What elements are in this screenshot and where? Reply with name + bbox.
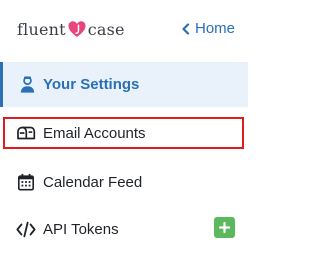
settings-sidebar: fluent case Home Your Settings Email Acc… [0,0,248,258]
heart-icon [67,19,87,39]
fluentcase-logo[interactable]: fluent case [17,17,125,41]
plus-icon [219,222,230,233]
nav-item-your-settings[interactable]: Your Settings [0,62,248,107]
nav-item-label: Your Settings [43,76,140,93]
nav-item-email-accounts[interactable]: Email Accounts [3,117,244,149]
logo-text-left: fluent [17,19,66,39]
logo-text-right: case [87,19,125,39]
nav-item-label: Calendar Feed [43,173,143,191]
nav-item-api-tokens[interactable]: API Tokens [0,206,248,252]
nav-item-calendar-feed[interactable]: Calendar Feed [0,159,248,205]
user-settings-icon [17,75,37,95]
nav-item-label: API Tokens [43,220,119,238]
calendar-icon [16,172,36,192]
nav-item-label: Email Accounts [43,124,146,142]
add-api-token-button[interactable] [214,217,235,238]
home-link[interactable]: Home [181,20,235,37]
chevron-left-icon [182,22,190,35]
code-icon [16,219,36,239]
mailbox-icon [16,123,36,143]
home-link-label: Home [194,20,235,37]
